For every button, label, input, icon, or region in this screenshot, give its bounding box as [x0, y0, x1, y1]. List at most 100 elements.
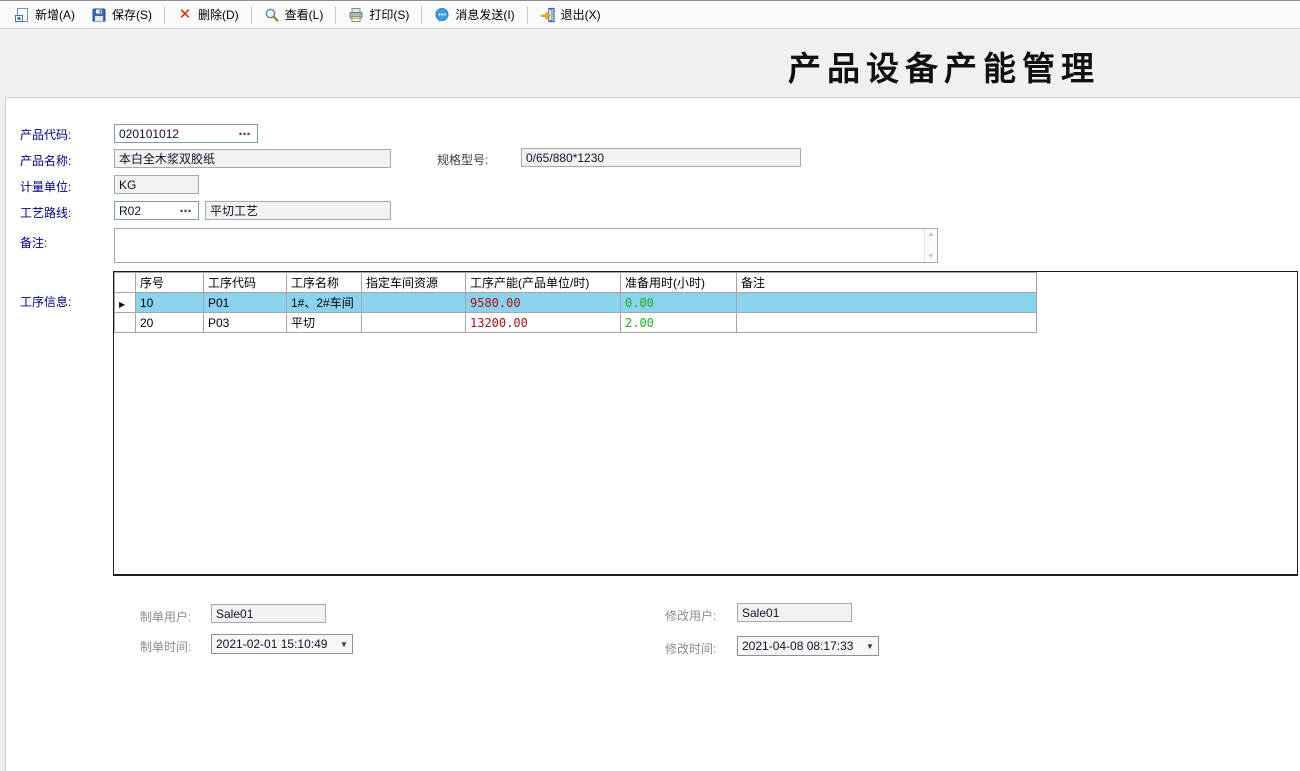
unit-label: 计量单位:: [20, 178, 71, 195]
remark-textarea-frame: ▲ ▼: [114, 228, 938, 263]
product-name-label: 产品名称:: [20, 152, 71, 169]
new-button[interactable]: 新增(A): [6, 2, 83, 27]
grid-header-name[interactable]: 工序名称: [287, 273, 362, 293]
spec-model-value: 0/65/880*1230: [526, 151, 604, 165]
selected-row-arrow-icon: ▶: [119, 300, 125, 309]
chevron-down-icon: ▼: [862, 637, 878, 655]
process-grid: 序号 工序代码 工序名称 指定车间资源 工序产能(产品单位/时) 准备用时(小时…: [114, 272, 1037, 333]
cell-name[interactable]: 平切: [287, 313, 362, 333]
grid-header-row: 序号 工序代码 工序名称 指定车间资源 工序产能(产品单位/时) 准备用时(小时…: [115, 273, 1037, 293]
unit-input[interactable]: KG: [114, 175, 199, 194]
exit-button[interactable]: 退出(X): [532, 2, 609, 27]
process-route-name-input[interactable]: 平切工艺: [205, 201, 391, 220]
grid-header-selector: [115, 273, 136, 293]
cell-prep[interactable]: 0.00: [621, 293, 737, 313]
modify-time-dropdown[interactable]: 2021-04-08 08:17:33 ▼: [737, 636, 879, 656]
exit-button-label: 退出(X): [561, 6, 601, 23]
process-info-label: 工序信息:: [20, 293, 71, 310]
page-title: 产品设备产能管理: [788, 42, 1100, 90]
new-button-label: 新增(A): [35, 6, 75, 23]
exit-icon: [540, 7, 556, 23]
grid-header-seq[interactable]: 序号: [136, 273, 204, 293]
toolbar: 新增(A) 保存(S) ✕ 删除(D): [0, 0, 1300, 29]
toolbar-separator: [421, 6, 422, 24]
save-icon: [91, 7, 107, 23]
cell-capacity[interactable]: 13200.00: [466, 313, 621, 333]
unit-value: KG: [119, 178, 136, 192]
save-button-label: 保存(S): [112, 6, 152, 23]
grid-row-1[interactable]: ▶ 10 P01 1#、2#车间 9580.00 0.00: [115, 293, 1037, 313]
cell-seq[interactable]: 10: [136, 293, 204, 313]
save-button[interactable]: 保存(S): [83, 2, 160, 27]
process-route-browse-button[interactable]: ⋯: [177, 203, 195, 218]
remark-textarea[interactable]: [115, 229, 923, 262]
row-selector-cell[interactable]: [115, 313, 136, 333]
capacity-management-window: 新增(A) 保存(S) ✕ 删除(D): [0, 0, 1300, 771]
view-icon: [264, 7, 280, 23]
delete-icon: ✕: [177, 7, 193, 23]
toolbar-separator: [335, 6, 336, 24]
spec-model-label: 规格型号:: [437, 151, 488, 168]
process-route-code-input[interactable]: R02 ⋯: [114, 201, 199, 220]
remark-label: 备注:: [20, 234, 47, 251]
remark-scrollbar[interactable]: ▲ ▼: [924, 229, 937, 262]
print-button[interactable]: 打印(S): [340, 2, 417, 27]
cell-workshop[interactable]: [362, 313, 466, 333]
cell-remark[interactable]: [737, 313, 1037, 333]
toolbar-separator: [164, 6, 165, 24]
delete-button[interactable]: ✕ 删除(D): [169, 2, 247, 27]
product-name-value: 本白全木浆双胶纸: [119, 152, 215, 166]
cell-code[interactable]: P03: [204, 313, 287, 333]
cell-prep[interactable]: 2.00: [621, 313, 737, 333]
modify-time-value: 2021-04-08 08:17:33: [742, 639, 853, 653]
cell-workshop[interactable]: [362, 293, 466, 313]
process-grid-container: 序号 工序代码 工序名称 指定车间资源 工序产能(产品单位/时) 准备用时(小时…: [113, 271, 1298, 576]
message-send-button-label: 消息发送(I): [455, 6, 514, 23]
process-route-label: 工艺路线:: [20, 204, 71, 221]
grid-header-workshop[interactable]: 指定车间资源: [362, 273, 466, 293]
create-time-dropdown[interactable]: 2021-02-01 15:10:49 ▼: [211, 634, 353, 654]
process-route-code-value: R02: [119, 204, 141, 218]
title-band: [0, 30, 1300, 97]
modify-user-input[interactable]: Sale01: [737, 603, 852, 622]
print-icon: [348, 7, 364, 23]
chevron-down-icon: ▼: [336, 635, 352, 653]
scroll-down-icon[interactable]: ▼: [928, 253, 935, 260]
grid-header-capacity[interactable]: 工序产能(产品单位/时): [466, 273, 621, 293]
print-button-label: 打印(S): [369, 6, 409, 23]
spec-model-input[interactable]: 0/65/880*1230: [521, 148, 801, 167]
message-send-button[interactable]: 消息发送(I): [426, 2, 522, 27]
cell-code[interactable]: P01: [204, 293, 287, 313]
grid-header-prep[interactable]: 准备用时(小时): [621, 273, 737, 293]
product-code-browse-button[interactable]: ⋯: [236, 126, 254, 141]
product-code-value: 020101012: [119, 127, 179, 141]
create-user-value: Sale01: [216, 607, 253, 621]
delete-button-label: 删除(D): [198, 6, 239, 23]
toolbar-separator: [527, 6, 528, 24]
message-icon: [434, 7, 450, 23]
product-name-input[interactable]: 本白全木浆双胶纸: [114, 149, 391, 168]
grid-header-remark[interactable]: 备注: [737, 273, 1037, 293]
product-code-label: 产品代码:: [20, 126, 71, 143]
modify-user-value: Sale01: [742, 606, 779, 620]
cell-seq[interactable]: 20: [136, 313, 204, 333]
cell-name[interactable]: 1#、2#车间: [287, 293, 362, 313]
create-user-label: 制单用户:: [140, 608, 191, 625]
create-time-value: 2021-02-01 15:10:49: [216, 637, 327, 651]
create-time-label: 制单时间:: [140, 638, 191, 655]
grid-row-2[interactable]: 20 P03 平切 13200.00 2.00: [115, 313, 1037, 333]
cell-remark[interactable]: [737, 293, 1037, 313]
modify-time-label: 修改时间:: [665, 640, 716, 657]
row-selector-cell[interactable]: ▶: [115, 293, 136, 313]
view-button[interactable]: 查看(L): [256, 2, 332, 27]
new-document-icon: [14, 7, 30, 23]
view-button-label: 查看(L): [285, 6, 324, 23]
modify-user-label: 修改用户:: [665, 607, 716, 624]
toolbar-separator: [251, 6, 252, 24]
grid-header-code[interactable]: 工序代码: [204, 273, 287, 293]
process-route-name-value: 平切工艺: [210, 204, 258, 218]
scroll-up-icon[interactable]: ▲: [928, 231, 935, 238]
create-user-input[interactable]: Sale01: [211, 604, 326, 623]
cell-capacity[interactable]: 9580.00: [466, 293, 621, 313]
product-code-input[interactable]: 020101012 ⋯: [114, 124, 258, 143]
